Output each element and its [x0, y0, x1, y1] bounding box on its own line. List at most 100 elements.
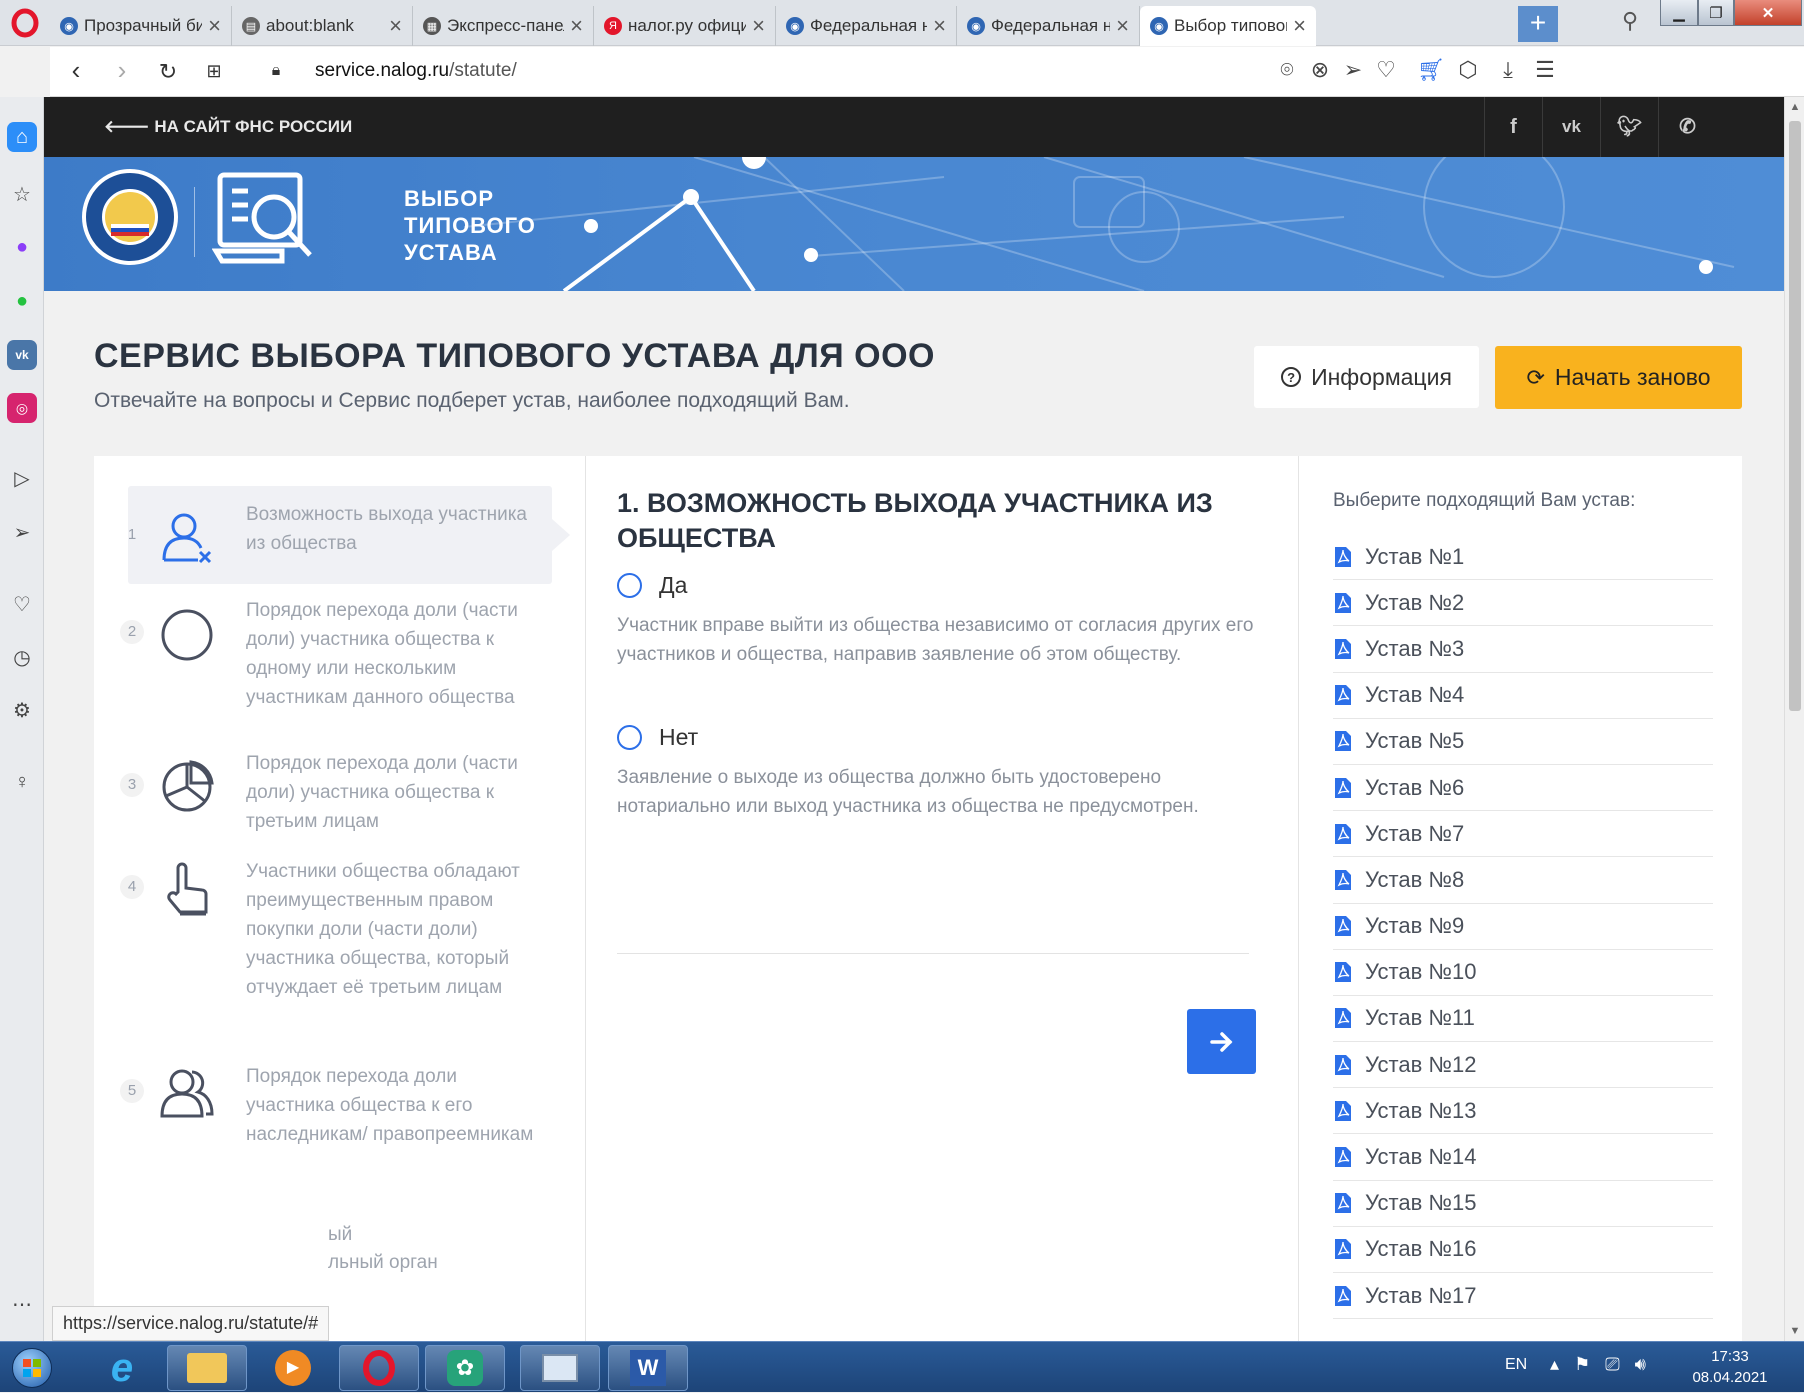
statute-link[interactable]: Устав №9 — [1333, 904, 1713, 950]
option-no[interactable]: Нет — [617, 724, 698, 751]
tab-close-icon[interactable]: × — [933, 13, 946, 39]
close-window-button[interactable]: ✕ — [1734, 0, 1802, 26]
explorer-taskbar-icon[interactable] — [167, 1345, 247, 1391]
back-icon[interactable]: ‹ — [58, 55, 94, 86]
adblock-icon[interactable]: ⊗ — [1305, 57, 1335, 83]
gear-icon[interactable]: ⚙ — [7, 695, 37, 725]
statute-link[interactable]: Устав №7 — [1333, 811, 1713, 858]
tab-3[interactable]: ▦ Экспресс-панель × — [413, 6, 594, 46]
instagram-icon[interactable]: ◎ — [7, 393, 37, 423]
step-6[interactable]: ый льный орган — [128, 1224, 552, 1286]
start-button[interactable] — [4, 1342, 60, 1393]
ie-taskbar-icon[interactable]: e — [82, 1345, 162, 1391]
back-to-fns-link[interactable]: 🡐 НА САЙТ ФНС РОССИИ — [104, 97, 352, 157]
opera-menu-icon[interactable] — [0, 0, 50, 46]
history-icon[interactable]: ◷ — [7, 642, 37, 672]
tab-search-icon[interactable]: ⚲ — [1610, 8, 1650, 38]
tab-close-icon[interactable]: × — [570, 13, 583, 39]
heart-icon[interactable]: ♡ — [7, 589, 37, 619]
step-5[interactable]: 5 Порядок перехода доли участника общест… — [120, 1066, 552, 1178]
download-icon[interactable]: ⤓ — [1493, 57, 1523, 83]
statute-link[interactable]: Устав №13 — [1333, 1088, 1713, 1135]
radio-yes[interactable] — [617, 573, 642, 598]
tab-7[interactable]: ◉ Выбор типового × — [1140, 6, 1316, 46]
statute-link[interactable]: Устав №5 — [1333, 719, 1713, 765]
tabs-grid-icon[interactable]: ⊞ — [196, 61, 232, 82]
network-icon[interactable]: ⎚ — [1605, 1354, 1619, 1374]
heart-icon[interactable]: ♡ — [1371, 57, 1401, 83]
reload-icon[interactable]: ↻ — [150, 59, 186, 85]
forward-icon[interactable]: › — [104, 55, 140, 86]
send-icon[interactable]: ➢ — [1338, 57, 1368, 83]
bulb-icon[interactable]: ♀ — [7, 767, 37, 797]
statute-link[interactable]: Устав №4 — [1333, 673, 1713, 719]
statute-link[interactable]: Устав №14 — [1333, 1134, 1713, 1181]
scroll-thumb[interactable] — [1789, 121, 1801, 711]
new-tab-button[interactable]: + — [1518, 6, 1558, 42]
volume-icon[interactable]: 🔊︎ — [1635, 1354, 1646, 1374]
vk-icon[interactable]: vk — [7, 340, 37, 370]
tab-close-icon[interactable]: × — [208, 13, 221, 39]
vk-link-icon[interactable]: vk — [1542, 97, 1600, 157]
maximize-button[interactable]: ❐ — [1698, 0, 1734, 26]
tray-arrow-icon[interactable]: ▴ — [1550, 1354, 1559, 1374]
url-field[interactable]: service.nalog.ru/statute/ — [315, 60, 517, 82]
info-button[interactable]: ? Информация — [1254, 346, 1479, 408]
option-yes[interactable]: Да — [617, 572, 687, 599]
step-4[interactable]: 4 Участники общества обладают преимущест… — [120, 861, 552, 1034]
statute-link[interactable]: Устав №1 — [1333, 534, 1713, 581]
step-1[interactable]: 1 Возможность выхода участника из общест… — [128, 486, 570, 584]
tab-5[interactable]: ◉ Федеральная нал × — [776, 6, 957, 46]
send-icon[interactable]: ➢ — [7, 517, 37, 547]
statute-link[interactable]: Устав №6 — [1333, 765, 1713, 812]
camera-icon[interactable]: ⌾ — [1272, 57, 1302, 83]
player-icon[interactable]: ▷ — [7, 463, 37, 493]
scroll-up-arrow[interactable]: ▲ — [1785, 97, 1804, 117]
next-button[interactable] — [1187, 1009, 1256, 1074]
phone-icon[interactable]: ✆ — [1658, 97, 1716, 157]
tab-6[interactable]: ◉ Федеральная нал × — [957, 6, 1140, 46]
opera-taskbar-icon[interactable] — [339, 1345, 419, 1391]
step-2[interactable]: 2 Порядок перехода доли (части доли) уча… — [120, 600, 552, 734]
clock[interactable]: 17:33 08.04.2021 — [1680, 1346, 1780, 1388]
cart-icon[interactable]: 🛒︎ — [1416, 57, 1446, 83]
restart-button[interactable]: ⟳ Начать заново — [1495, 346, 1742, 409]
word-taskbar-icon[interactable]: W — [608, 1345, 688, 1391]
system-tray[interactable]: ▴ ⚑ ⎚ 🔊︎ — [1550, 1354, 1646, 1375]
statute-link[interactable]: Устав №12 — [1333, 1042, 1713, 1089]
star-icon[interactable]: ☆ — [7, 179, 37, 209]
whatsapp-icon[interactable]: ● — [7, 286, 37, 316]
facebook-icon[interactable]: f — [1484, 97, 1542, 157]
tab-close-icon[interactable]: × — [389, 13, 402, 39]
radio-no[interactable] — [617, 725, 642, 750]
statute-link[interactable]: Устав №2 — [1333, 580, 1713, 627]
step-3[interactable]: 3 Порядок перехода доли (части доли) уча… — [120, 753, 552, 846]
page-scrollbar[interactable]: ▲ ▼ — [1784, 97, 1804, 1341]
tab-close-icon[interactable]: × — [1293, 13, 1306, 39]
statute-link[interactable]: Устав №17 — [1333, 1273, 1713, 1320]
statute-link[interactable]: Устав №8 — [1333, 857, 1713, 904]
flag-icon[interactable]: ⚑ — [1574, 1354, 1590, 1374]
settings-sliders-icon[interactable]: ☰ — [1530, 57, 1560, 83]
more-icon[interactable]: ⋯ — [7, 1289, 37, 1319]
tab-close-icon[interactable]: × — [752, 13, 765, 39]
statute-link[interactable]: Устав №15 — [1333, 1181, 1713, 1227]
statute-link[interactable]: Устав №10 — [1333, 950, 1713, 996]
tab-2[interactable]: ▤ about:blank × — [232, 6, 413, 46]
home-icon[interactable]: ⌂ — [7, 122, 37, 152]
app-taskbar-icon[interactable]: ✿ — [425, 1345, 505, 1391]
cube-icon[interactable]: ⬡ — [1453, 57, 1483, 83]
language-indicator[interactable]: EN — [1505, 1356, 1527, 1374]
statute-link[interactable]: Устав №11 — [1333, 996, 1713, 1043]
fns-logo[interactable] — [82, 169, 178, 265]
minimize-button[interactable]: ▁ — [1660, 0, 1698, 26]
remote-desktop-taskbar-icon[interactable] — [520, 1345, 600, 1391]
tab-4[interactable]: Яналог.ру официа × — [594, 6, 776, 46]
scroll-down-arrow[interactable]: ▼ — [1785, 1321, 1804, 1341]
statute-link[interactable]: Устав №3 — [1333, 626, 1713, 673]
tab-close-icon[interactable]: × — [1116, 13, 1129, 39]
media-player-taskbar-icon[interactable]: ▶ — [253, 1345, 333, 1391]
messenger-icon[interactable]: ● — [7, 232, 37, 262]
statute-link[interactable]: Устав №16 — [1333, 1227, 1713, 1273]
tab-1[interactable]: ◉ Прозрачный биз × — [50, 6, 232, 46]
